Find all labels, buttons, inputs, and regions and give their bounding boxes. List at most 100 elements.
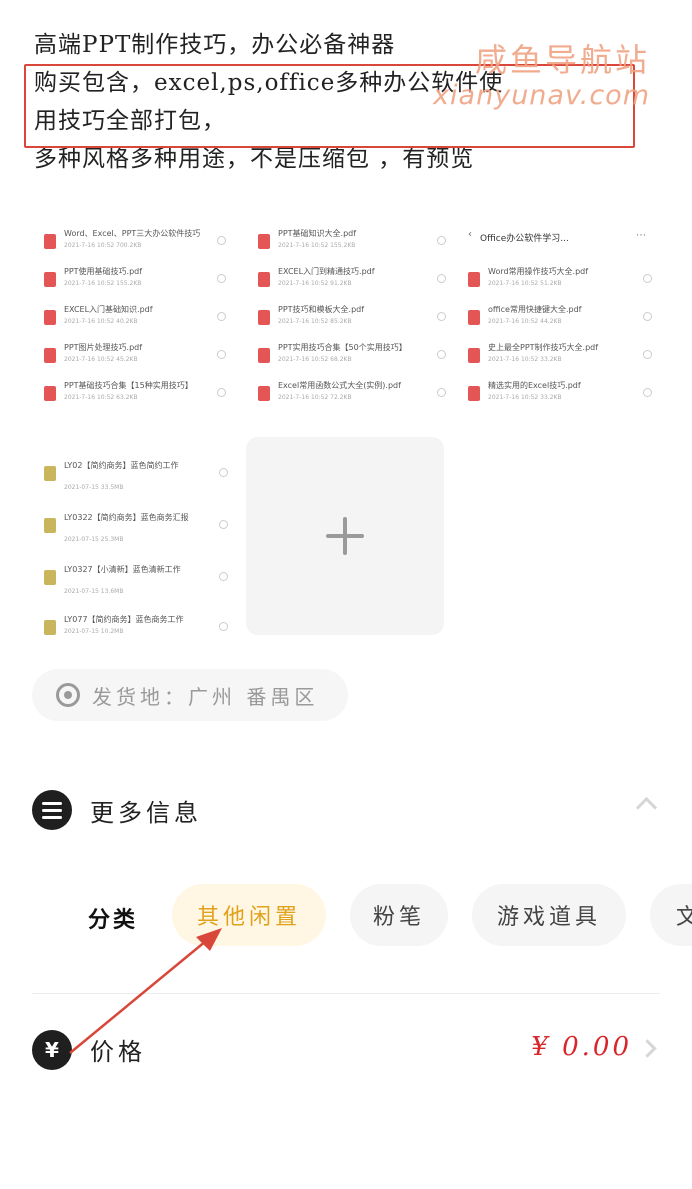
location-label: 发货地：广州 番禺区 [92,684,319,709]
price-value: ¥ 0.00 [531,1032,632,1062]
file-row: PPT使用基础技巧.pdf 2021-7-16 10:52 155.2KB [40,266,230,304]
select-radio-icon [217,274,226,283]
file-name: LY0322【简约商务】蓝色商务汇报 [64,513,189,522]
file-meta: 2021-7-16 10:52 51.2KB [488,280,562,287]
file-name: PPT图片处理技巧.pdf [64,343,143,352]
file-meta: 2021-07-15 33.5MB [64,484,124,491]
file-row: LY02【简约商务】蓝色简约工作 2021-07-15 33.5MB [40,460,232,506]
file-name: PPT基础知识大全.pdf [278,229,357,238]
file-meta: 2021-7-16 10:52 85.2KB [278,318,352,325]
pdf-file-icon [258,386,270,401]
file-meta: 2021-7-16 10:52 155.2KB [64,280,142,287]
file-meta: 2021-7-16 10:52 40.2KB [64,318,138,325]
file-name: Word常用操作技巧大全.pdf [488,267,589,276]
pdf-file-icon [258,234,270,249]
location-pin-icon [56,683,80,707]
file-row: office常用快捷键大全.pdf 2021-7-16 10:52 44.2KB [464,304,656,342]
file-meta: 2021-7-16 10:52 700.2KB [64,242,142,249]
more-dots-icon: ⋯ [636,230,646,241]
file-meta: 2021-07-15 25.3MB [64,536,124,543]
file-meta: 2021-7-16 10:52 63.2KB [64,394,138,401]
zip-file-icon [44,620,56,635]
file-name: PPT技巧和模板大全.pdf [278,305,365,314]
file-meta: 2021-7-16 10:52 155.2KB [278,242,356,249]
location-pill[interactable]: 发货地：广州 番禺区 [32,669,348,721]
file-meta: 2021-7-16 10:52 45.2KB [64,356,138,363]
zip-file-icon [44,466,56,481]
pdf-file-icon [468,386,480,401]
plus-icon [326,534,364,538]
file-row: 精选实用的Excel技巧.pdf 2021-7-16 10:52 33.2KB [464,380,656,406]
category-chip-game[interactable]: 游戏道具 [472,884,626,946]
file-row: EXCEL入门到精通技巧.pdf 2021-7-16 10:52 91.2KB [254,266,450,304]
file-row: PPT基础知识大全.pdf 2021-7-16 10:52 155.2KB [254,228,450,266]
select-radio-icon [437,388,446,397]
file-name: LY02【简约商务】蓝色简约工作 [64,461,179,470]
category-row: 分类 其他闲置 粉笔 游戏道具 文 [0,884,692,948]
file-name: Excel常用函数公式大全(实例).pdf [278,381,401,390]
folder-title: Office办公软件学习... [480,234,569,244]
select-radio-icon [437,236,446,245]
file-row: LY0322【简约商务】蓝色商务汇报 2021-07-15 25.3MB [40,512,232,558]
pdf-file-icon [258,310,270,325]
file-row: LY0327【小清新】蓝色清新工作 2021-07-15 13.6MB [40,564,232,610]
file-row: Word常用操作技巧大全.pdf 2021-7-16 10:52 51.2KB [464,266,656,304]
preview-image-1[interactable]: Word、Excel、PPT三大办公软件技巧 2021-7-16 10:52 7… [40,228,230,418]
select-radio-icon [643,350,652,359]
file-meta: 2021-7-16 10:52 33.2KB [488,394,562,401]
file-name: Word、Excel、PPT三大办公软件技巧 [64,229,201,238]
select-radio-icon [643,274,652,283]
file-row: PPT实用技巧合集【50个实用技巧】 2021-7-16 10:52 68.2K… [254,342,450,380]
price-row[interactable]: ¥ 价格 ¥ 0.00 [32,1028,662,1072]
folder-header: ‹ Office办公软件学习... ⋯ [464,226,656,248]
file-row: Word、Excel、PPT三大办公软件技巧 2021-7-16 10:52 7… [40,228,230,266]
pdf-file-icon [468,310,480,325]
pdf-file-icon [44,310,56,325]
pdf-file-icon [468,272,480,287]
preview-image-3[interactable]: ‹ Office办公软件学习... ⋯ Word常用操作技巧大全.pdf 202… [464,226,656,406]
select-radio-icon [437,312,446,321]
watermark: 咸鱼导航站 xianyunav.com [433,42,650,114]
select-radio-icon [217,350,226,359]
select-radio-icon [217,388,226,397]
select-radio-icon [217,312,226,321]
zip-file-icon [44,570,56,585]
list-icon [32,790,72,830]
preview-image-2[interactable]: PPT基础知识大全.pdf 2021-7-16 10:52 155.2KB EX… [254,228,450,422]
divider [32,993,660,994]
select-radio-icon [217,236,226,245]
select-radio-icon [437,274,446,283]
file-meta: 2021-7-16 10:52 91.2KB [278,280,352,287]
select-radio-icon [219,622,228,631]
file-name: office常用快捷键大全.pdf [488,305,582,314]
category-chip-other[interactable]: 其他闲置 [172,884,326,946]
select-radio-icon [219,468,228,477]
category-chip-more[interactable]: 文 [650,884,692,946]
file-meta: 2021-7-16 10:52 72.2KB [278,394,352,401]
preview-image-4[interactable]: LY02【简约商务】蓝色简约工作 2021-07-15 33.5MB LY032… [40,430,232,642]
file-row: PPT基础技巧合集【15种实用技巧】 2021-7-16 10:52 63.2K… [40,380,230,418]
file-meta: 2021-7-16 10:52 68.2KB [278,356,352,363]
chevron-up-icon[interactable] [635,796,658,819]
file-row: PPT技巧和模板大全.pdf 2021-7-16 10:52 85.2KB [254,304,450,342]
file-name: EXCEL入门到精通技巧.pdf [278,267,375,276]
chevron-right-icon [638,1039,657,1058]
file-row: LY077【简约商务】蓝色商务工作 2021-07-15 10.2MB [40,614,232,642]
file-name: PPT实用技巧合集【50个实用技巧】 [278,343,407,352]
watermark-url: xianyunav.com [433,80,650,111]
select-radio-icon [643,312,652,321]
file-meta: 2021-07-15 13.6MB [64,588,124,595]
add-image-button[interactable] [246,437,444,635]
pdf-file-icon [258,348,270,363]
pdf-file-icon [44,234,56,249]
file-row: EXCEL入门基础知识.pdf 2021-7-16 10:52 40.2KB [40,304,230,342]
pdf-file-icon [468,348,480,363]
category-chip-chalk[interactable]: 粉笔 [350,884,448,946]
file-name: EXCEL入门基础知识.pdf [64,305,153,314]
file-meta: 2021-07-15 10.2MB [64,628,124,635]
file-name: 史上最全PPT制作技巧大全.pdf [488,343,599,352]
select-radio-icon [437,350,446,359]
file-row: PPT图片处理技巧.pdf 2021-7-16 10:52 45.2KB [40,342,230,380]
more-info-row[interactable]: 更多信息 [32,786,662,834]
pdf-file-icon [44,386,56,401]
